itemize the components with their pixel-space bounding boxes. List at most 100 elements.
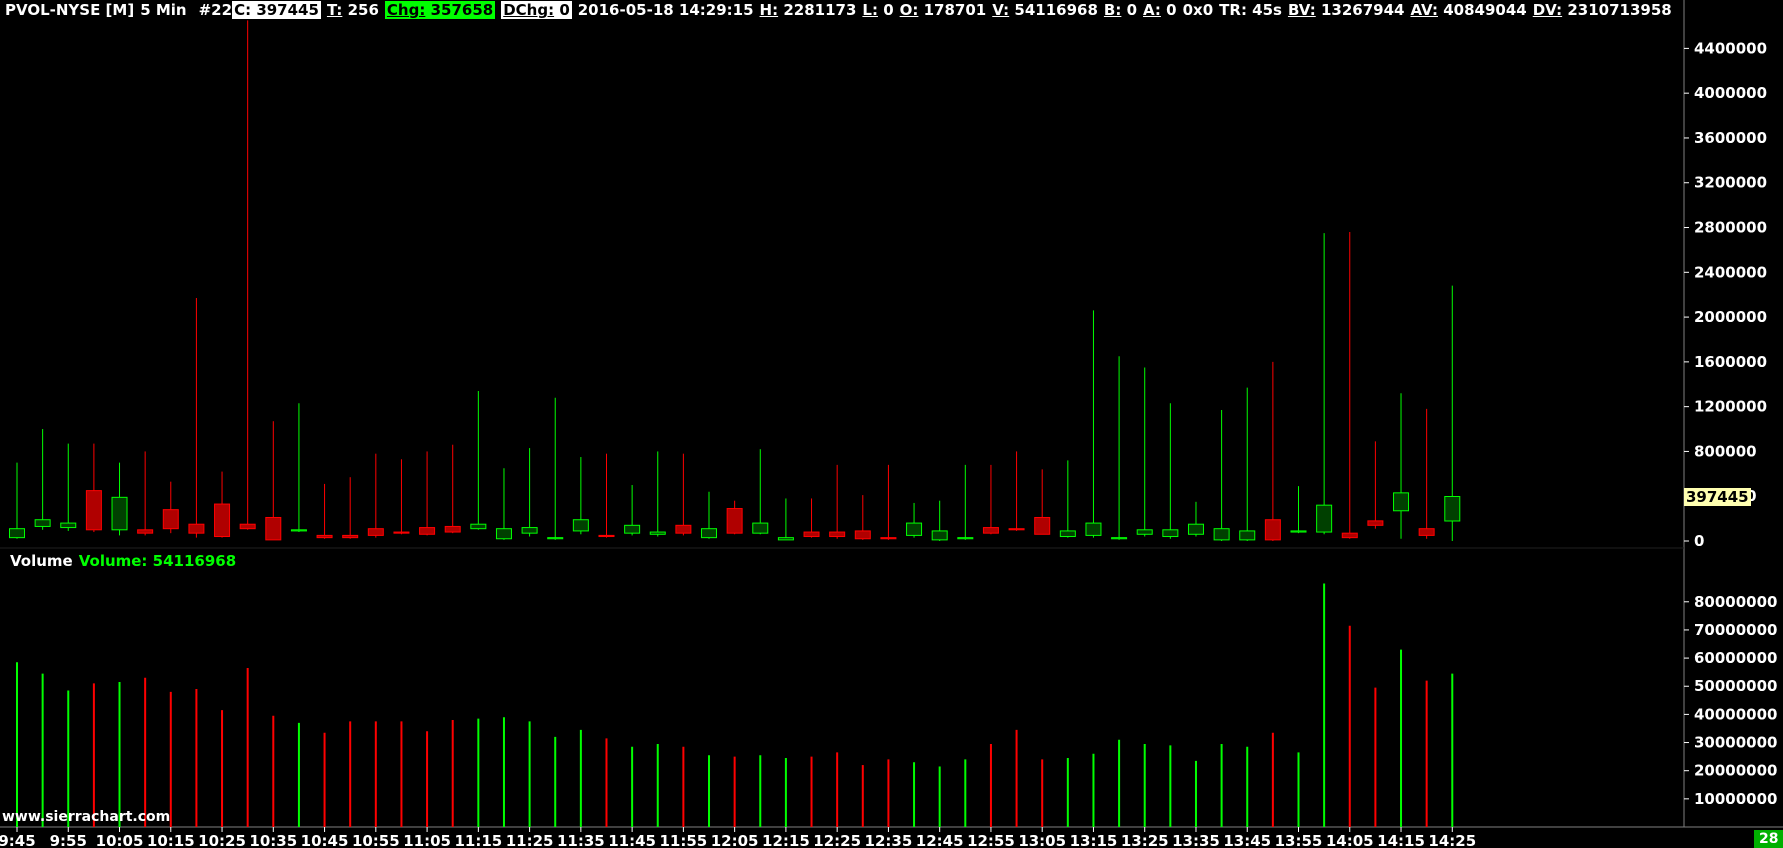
candle-body <box>547 537 564 540</box>
candle-body <box>1341 532 1358 539</box>
time-tick-label: 11:45 <box>608 832 656 848</box>
candle-body <box>624 524 641 534</box>
volume-tick-label: 70000000 <box>1694 621 1778 639</box>
time-tick-label: 10:15 <box>147 832 195 848</box>
bid-label: B: <box>1103 1 1122 19</box>
time-tick-label: 13:05 <box>1018 832 1066 848</box>
ask-value: 0 <box>1166 1 1177 19</box>
candle-body <box>85 490 102 531</box>
close-value: 397445 <box>256 1 319 19</box>
watermark: www.sierrachart.com <box>2 809 171 825</box>
bv-value: 13267944 <box>1320 1 1405 19</box>
time-tick-label: 13:45 <box>1223 832 1271 848</box>
dchange-field: DChg: 0 <box>501 1 572 19</box>
av-value: 40849044 <box>1443 1 1527 19</box>
high-value: 2281173 <box>783 1 857 19</box>
candle-body <box>1162 529 1179 538</box>
time-tick-label: 12:25 <box>813 832 861 848</box>
volume-tick-label: 20000000 <box>1694 762 1778 780</box>
price-tick-label: 1600000 <box>1694 353 1767 371</box>
time-tick-label: 13:25 <box>1121 832 1169 848</box>
candle-body <box>290 529 307 532</box>
time-tick-label: 14:15 <box>1377 832 1425 848</box>
candle-body <box>598 534 615 538</box>
time-tick-label: 12:55 <box>967 832 1015 848</box>
candle-body <box>1059 530 1076 538</box>
candle-body <box>214 503 231 538</box>
volume-label: V: <box>992 1 1010 19</box>
candle-body <box>495 528 512 540</box>
time-tick-label: 12:45 <box>916 832 964 848</box>
candle-body <box>1085 522 1102 536</box>
trades-value: 256 <box>347 1 379 19</box>
dchange-value: 0 <box>559 1 570 19</box>
time-tick-label: 13:35 <box>1172 832 1220 848</box>
volume-header: Volume Volume: 54116968 <box>10 551 236 571</box>
time-tick-label: 12:35 <box>865 832 913 848</box>
candle-body <box>1264 519 1281 541</box>
price-tick-label: 4400000 <box>1694 39 1767 57</box>
high-label: H: <box>759 1 779 19</box>
candle-body <box>188 523 205 534</box>
dv-label: DV: <box>1532 1 1563 19</box>
candle-body <box>931 530 948 541</box>
candle-body <box>957 537 974 540</box>
time-tick-label: 10:25 <box>198 832 246 848</box>
candle-body <box>1213 528 1230 541</box>
candle-body <box>982 527 999 534</box>
time-tick-label: 14:05 <box>1326 832 1374 848</box>
volume-tick-label: 60000000 <box>1694 649 1778 667</box>
candle-body <box>1290 530 1307 533</box>
candle-body <box>367 528 384 536</box>
time-tick-label: 11:05 <box>403 832 451 848</box>
time-tick-label: 11:25 <box>506 832 554 848</box>
candle-body <box>829 531 846 538</box>
volume-tick-label: 10000000 <box>1694 790 1778 808</box>
change-label: Chg: <box>386 1 426 19</box>
candle-body <box>1008 528 1025 531</box>
time-tick-label: 12:05 <box>711 832 759 848</box>
chart-header: PVOL-NYSE [M] 5 Min #22 C: 397445 T: 256 Chg:… <box>5 0 1672 20</box>
time-tick-label: 10:55 <box>352 832 400 848</box>
bar-index: #22 <box>198 1 233 19</box>
price-tick-label: 2400000 <box>1694 263 1767 281</box>
last-price-label: 397445 <box>1684 488 1751 506</box>
candle-body <box>803 531 820 538</box>
candle-body <box>265 516 282 541</box>
bv-label: BV: <box>1287 1 1316 19</box>
change-value: 357658 <box>430 1 494 19</box>
time-tick-label: 13:15 <box>1070 832 1118 848</box>
time-tick-label: 12:15 <box>762 832 810 848</box>
price-tick-label: 2000000 <box>1694 308 1767 326</box>
av-label: AV: <box>1410 1 1438 19</box>
chart-canvas[interactable]: 0400000800000120000016000002000000240000… <box>0 0 1783 848</box>
candle-body <box>393 531 410 534</box>
candle-body <box>1034 516 1051 535</box>
candle-body <box>1239 530 1256 541</box>
candle-body <box>342 534 359 539</box>
price-tick-label: 2800000 <box>1694 219 1767 237</box>
candle-body <box>60 522 77 529</box>
candle-body <box>701 528 718 539</box>
time-tick-label: 10:05 <box>96 832 144 848</box>
time-tick-label: 9:45 <box>0 832 36 848</box>
symbol: PVOL-NYSE [M] <box>5 1 135 19</box>
price-tick-label: 3200000 <box>1694 174 1767 192</box>
dchange-label: DChg: <box>503 1 555 19</box>
candle-body <box>419 527 436 535</box>
candle-body <box>137 529 154 534</box>
close-label: C: <box>234 1 252 19</box>
time-tick-label: 11:15 <box>454 832 502 848</box>
candle-body <box>649 531 666 535</box>
candle-body <box>906 522 923 536</box>
candle-body <box>1136 529 1153 535</box>
candle-body <box>752 522 769 534</box>
volume-value: 54116968 <box>1014 1 1098 19</box>
candle-body <box>1418 528 1435 536</box>
candle-body <box>34 519 51 527</box>
tr-value: TR: 45s <box>1219 1 1282 19</box>
price-tick-label: 1200000 <box>1694 398 1767 416</box>
candle-body <box>1316 504 1333 533</box>
price-tick-label: 800000 <box>1694 442 1757 460</box>
candle-body <box>1393 492 1410 512</box>
